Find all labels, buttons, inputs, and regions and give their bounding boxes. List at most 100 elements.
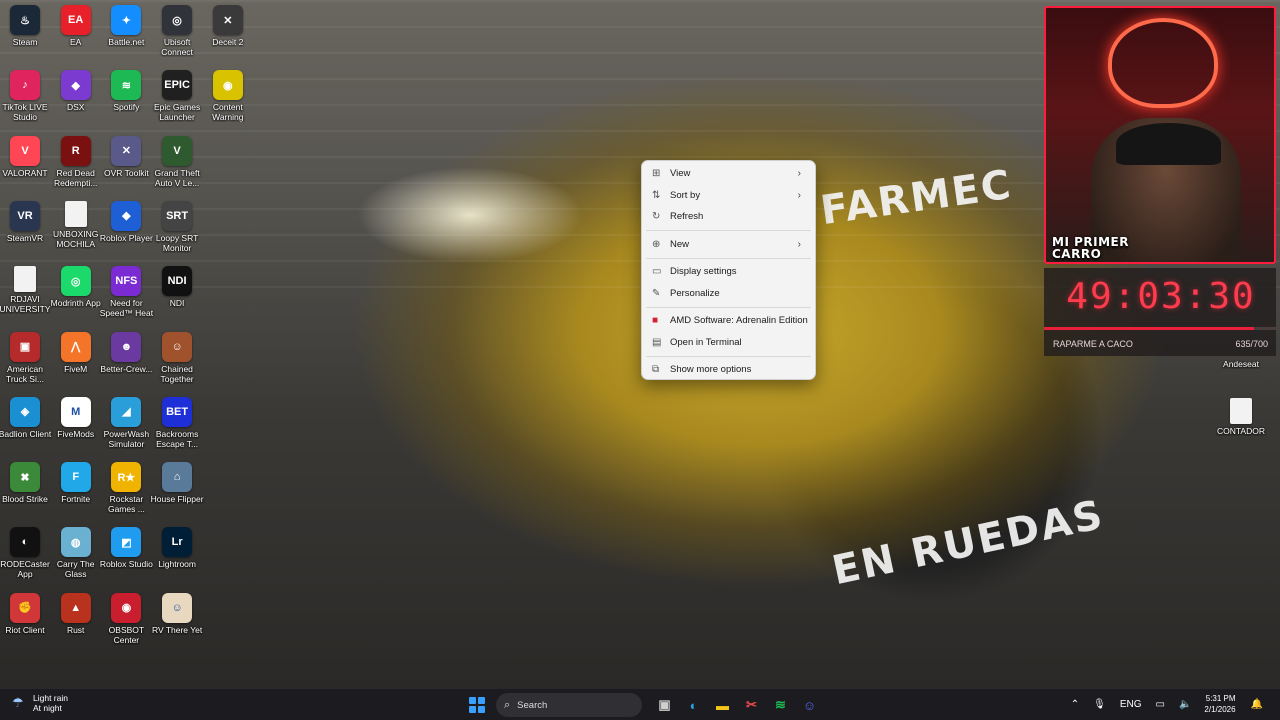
menu-item-show-more-options[interactable]: ⧉ Show more options	[646, 359, 811, 381]
desktop-icon[interactable]: UNBOXING MOCHILA	[51, 200, 101, 263]
desktop-icon[interactable]: SRT Loopy SRT Monitor	[152, 200, 202, 263]
weather-condition: Light rain	[33, 693, 68, 703]
chevron-up-icon[interactable]: ⌃	[1071, 699, 1079, 710]
desktop-icon[interactable]: Lr Lightroom	[152, 527, 202, 589]
desktop-context-menu: ⊞ View › ⇅ Sort by › ↻ Refresh ⊕ New › ▭ Display set…	[641, 160, 816, 380]
roblox-player-icon: ◆	[111, 200, 142, 231]
desktop-icon-label: Loopy SRT Monitor	[155, 232, 199, 253]
menu-item-refresh[interactable]: ↻ Refresh	[646, 206, 811, 228]
desktop-icon[interactable]: ◆ Roblox Player	[100, 200, 153, 263]
sort-icon: ⇅	[652, 189, 661, 201]
desktop-icon[interactable]: ◍ Carry The Glass	[51, 527, 101, 589]
desktop-icon[interactable]: ♨ Steam	[0, 5, 50, 67]
desktop-icon[interactable]: ☺ RV There Yet	[152, 592, 202, 655]
menu-item-new[interactable]: ⊕ New ›	[646, 234, 811, 256]
desktop-icon[interactable]: V Grand Theft Auto V Le...	[152, 135, 202, 198]
fivemods-icon: M	[60, 396, 91, 427]
desktop-icon[interactable]: ✕ Deceit 2	[203, 5, 253, 67]
desktop-icon[interactable]: ◆ DSX	[51, 70, 101, 132]
desktop-icon[interactable]: ✕ OVR Toolkit	[101, 135, 151, 198]
desktop-icon-label: Ubisoft Connect	[161, 37, 193, 57]
valorant-icon: V	[10, 135, 40, 166]
network-icon[interactable]: ▭	[1156, 699, 1165, 710]
menu-item-amd-software-adrenalin-edition[interactable]: ■ AMD Software: Adrenalin Edition	[646, 310, 811, 332]
desktop-icon[interactable]: ▣ American Truck Si...	[0, 331, 50, 394]
menu-item-display-settings[interactable]: ▭ Display settings	[646, 261, 811, 283]
chained-icon: ☺	[162, 331, 193, 362]
taskbar: ☂ Light rain At night ⌕ Search ▣ ◐ ▬ ✂ ≋ ☺ ⌃ …	[0, 688, 1280, 720]
desktop-icon[interactable]: ⋀ FiveM	[51, 331, 101, 394]
desktop-icon[interactable]: ◈ Badlion Client	[0, 396, 51, 459]
desktop-icon[interactable]: R Red Dead Redempti...	[51, 135, 101, 198]
rodecaster-icon: ◐	[10, 527, 40, 558]
truck-icon: ▣	[10, 331, 40, 362]
microphone-icon[interactable]: 🎙	[1093, 699, 1106, 710]
desktop-icon[interactable]: ≋ Spotify	[101, 70, 151, 132]
goal-progress-bar	[1044, 327, 1276, 330]
desktop-icon[interactable]: ◎ Modrinth App	[51, 266, 101, 328]
weather-widget[interactable]: ☂ Light rain At night	[12, 693, 68, 713]
gta-icon: V	[162, 135, 193, 166]
menu-item-sort-by[interactable]: ⇅ Sort by ›	[646, 185, 811, 207]
clock-time: 5:31 PM	[1205, 694, 1236, 703]
menu-item-open-in-terminal[interactable]: ▤ Open in Terminal	[646, 332, 811, 354]
desktop-icon[interactable]: ◩ Roblox Studio	[100, 527, 153, 589]
taskbar-search[interactable]: ⌕ Search	[496, 693, 642, 717]
desktop-icon[interactable]: ☻ Better-Crew...	[100, 331, 152, 394]
ea-icon: EA	[60, 5, 91, 35]
ubisoft-icon: ◎	[162, 5, 193, 35]
desktop-icon[interactable]: NFS Need for Speed™ Heat	[100, 266, 153, 328]
snipping-tool-icon[interactable]: ✂	[740, 693, 764, 717]
desktop-icon[interactable]: ◎ Ubisoft Connect	[152, 5, 202, 67]
task-view-icon[interactable]: ▣	[653, 693, 677, 717]
desktop-icon[interactable]: BET Backrooms Escape T...	[152, 396, 202, 459]
desktop-icon-label: Roblox Player	[99, 232, 153, 243]
desktop-icon[interactable]: RDJAVI UNIVERSITY	[0, 266, 51, 328]
desktop-icon[interactable]: ☺ Chained Together	[152, 331, 202, 394]
discord-icon[interactable]: ☺	[798, 693, 822, 717]
desktop-icon-label: Content Warning	[212, 102, 244, 123]
edge-icon[interactable]: ◐	[682, 693, 706, 717]
spotify-icon[interactable]: ≋	[769, 693, 793, 717]
menu-item-personalize[interactable]: ✎ Personalize	[646, 283, 811, 305]
desktop-icon[interactable]: ◉ Content Warning	[203, 70, 253, 132]
desktop-icon[interactable]: R★ Rockstar Games ...	[101, 462, 151, 524]
volume-icon[interactable]: 🔈	[1179, 699, 1191, 710]
desktop-icon-label: PowerWash Simulator	[103, 428, 150, 449]
desktop-icon-label: Red Dead Redempti...	[53, 167, 98, 188]
desktop-icon[interactable]: VR SteamVR	[0, 200, 50, 263]
desktop-icon-contador[interactable]: CONTADOR	[1216, 398, 1266, 460]
desktop-icon-label: Epic Games Launcher	[153, 102, 201, 123]
clock[interactable]: 5:31 PM 2/1/2026	[1204, 693, 1235, 715]
desktop-icon[interactable]: NDI NDI	[152, 266, 202, 328]
desktop-icon[interactable]: ✖ Blood Strike	[0, 462, 50, 524]
desktop-icon-label: Modrinth App	[50, 298, 101, 309]
desktop-icon[interactable]: ♪ TikTok LIVE Studio	[0, 70, 50, 132]
grid-icon: ⊞	[652, 168, 661, 180]
desktop-icon[interactable]: ▲ Rust	[51, 592, 101, 655]
menu-separator	[646, 306, 811, 308]
desktop-icon[interactable]: M FiveMods	[51, 396, 101, 459]
goal-label: RAPARME A CACO	[1053, 339, 1133, 349]
desktop-icon[interactable]: ⌂ House Flipper	[151, 462, 204, 524]
desktop-icon[interactable]: ◐ RODECaster App	[0, 527, 50, 589]
document-icon	[14, 266, 36, 293]
desktop-icon[interactable]: ✦ Battle.net	[101, 5, 151, 67]
desktop-icon[interactable]: ◉ OBSBOT Center	[101, 592, 151, 655]
fivem-icon: ⋀	[60, 331, 91, 362]
menu-item-view[interactable]: ⊞ View ›	[646, 163, 811, 185]
desktop-icon[interactable]: EPIC Epic Games Launcher	[152, 70, 202, 132]
webcam-overlay: MI PRIMER CARRO	[1044, 6, 1276, 264]
file-explorer-icon[interactable]: ▬	[711, 693, 735, 717]
start-button[interactable]	[466, 694, 488, 716]
menu-separator	[646, 230, 811, 231]
desktop-icon[interactable]: V VALORANT	[0, 135, 50, 198]
desktop-icon[interactable]: EA EA	[51, 5, 101, 67]
language-indicator[interactable]: ENG	[1120, 699, 1142, 710]
desktop-icon[interactable]: F Fortnite	[51, 462, 101, 524]
desktop-icon[interactable]: ✊ Riot Client	[0, 592, 50, 655]
desktop-icon-label: Chained Together	[160, 363, 194, 384]
lightroom-icon: Lr	[162, 527, 193, 558]
notification-bell-icon[interactable]: 🔔	[1251, 699, 1263, 710]
desktop-icon[interactable]: ◢ PowerWash Simulator	[101, 396, 151, 459]
